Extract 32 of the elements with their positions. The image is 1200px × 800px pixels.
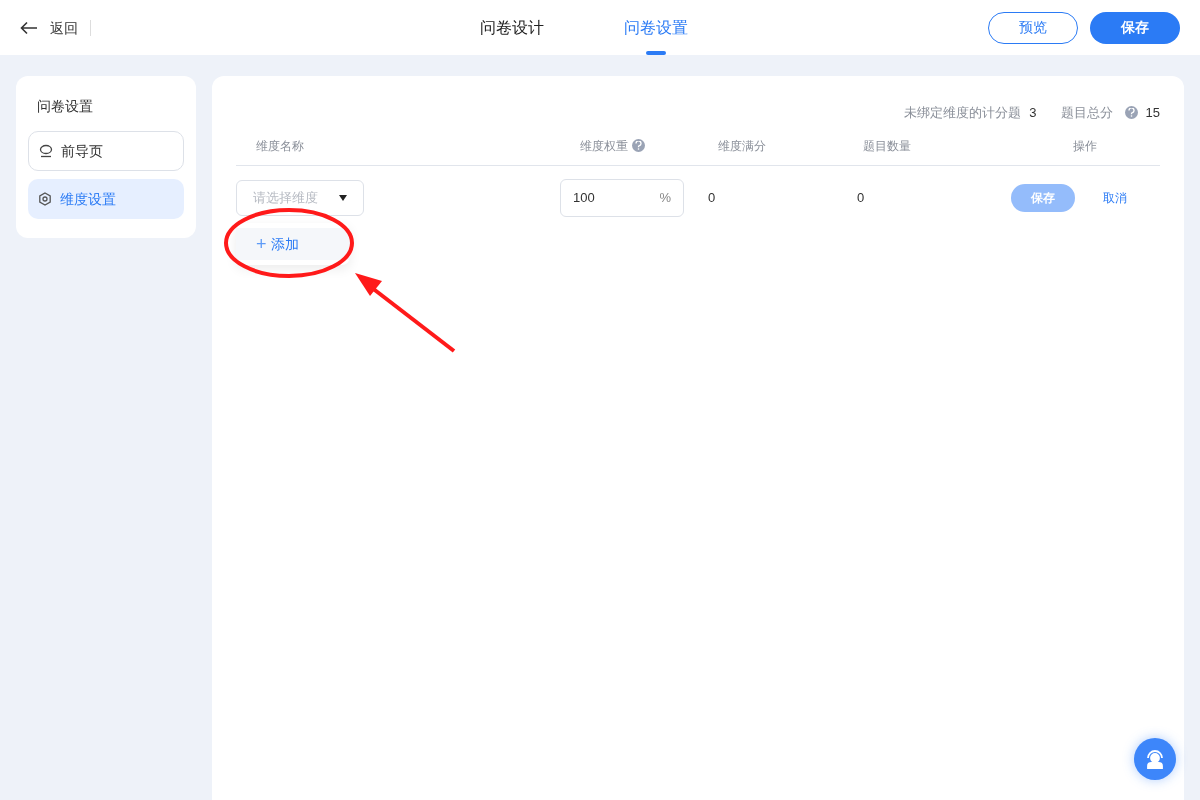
hexagon-gear-icon (38, 192, 52, 206)
summary-value: 15 (1145, 104, 1160, 122)
weight-value: 100 (573, 188, 595, 207)
menu-item[interactable]: + 添加 (236, 228, 350, 260)
percent-unit: % (659, 188, 671, 207)
summary-label: 未绑定维度的计分题 (904, 104, 1022, 122)
preview-button[interactable]: 预览 (988, 11, 1078, 44)
cancel-link[interactable]: 取消 (1103, 188, 1127, 207)
back-arrow-icon (20, 20, 38, 35)
full-score: 0 (708, 188, 717, 207)
headset-person-icon (1144, 748, 1166, 770)
column-header: 维度满分 (718, 137, 766, 155)
sidebar-item[interactable]: 维度设置 (28, 179, 184, 219)
column-header: 操作 (1073, 137, 1097, 155)
sidebar-item[interactable]: 前导页 (28, 131, 184, 171)
sidebar-title: 问卷设置 (36, 97, 94, 116)
column-header: 维度名称 (256, 137, 304, 155)
chat-bubble-icon (39, 144, 53, 158)
tab[interactable]: 问卷设计 (480, 0, 544, 55)
tab[interactable]: 问卷设置 (624, 0, 688, 55)
weight-field[interactable]: 100 % (560, 178, 684, 217)
support-button[interactable] (1134, 738, 1176, 780)
question-count: 0 (857, 188, 866, 207)
help-icon[interactable] (632, 139, 645, 152)
save-button[interactable]: 保存 (1090, 11, 1180, 44)
column-header: 题目数量 (863, 137, 911, 155)
caret-icon (339, 194, 347, 201)
summary-label: 题目总分 (1060, 104, 1113, 122)
back-button[interactable]: 返回 (20, 19, 91, 36)
column-header: 维度权重 (580, 137, 628, 155)
help-icon[interactable] (1124, 106, 1138, 120)
summary-value: 3 (1029, 104, 1037, 122)
